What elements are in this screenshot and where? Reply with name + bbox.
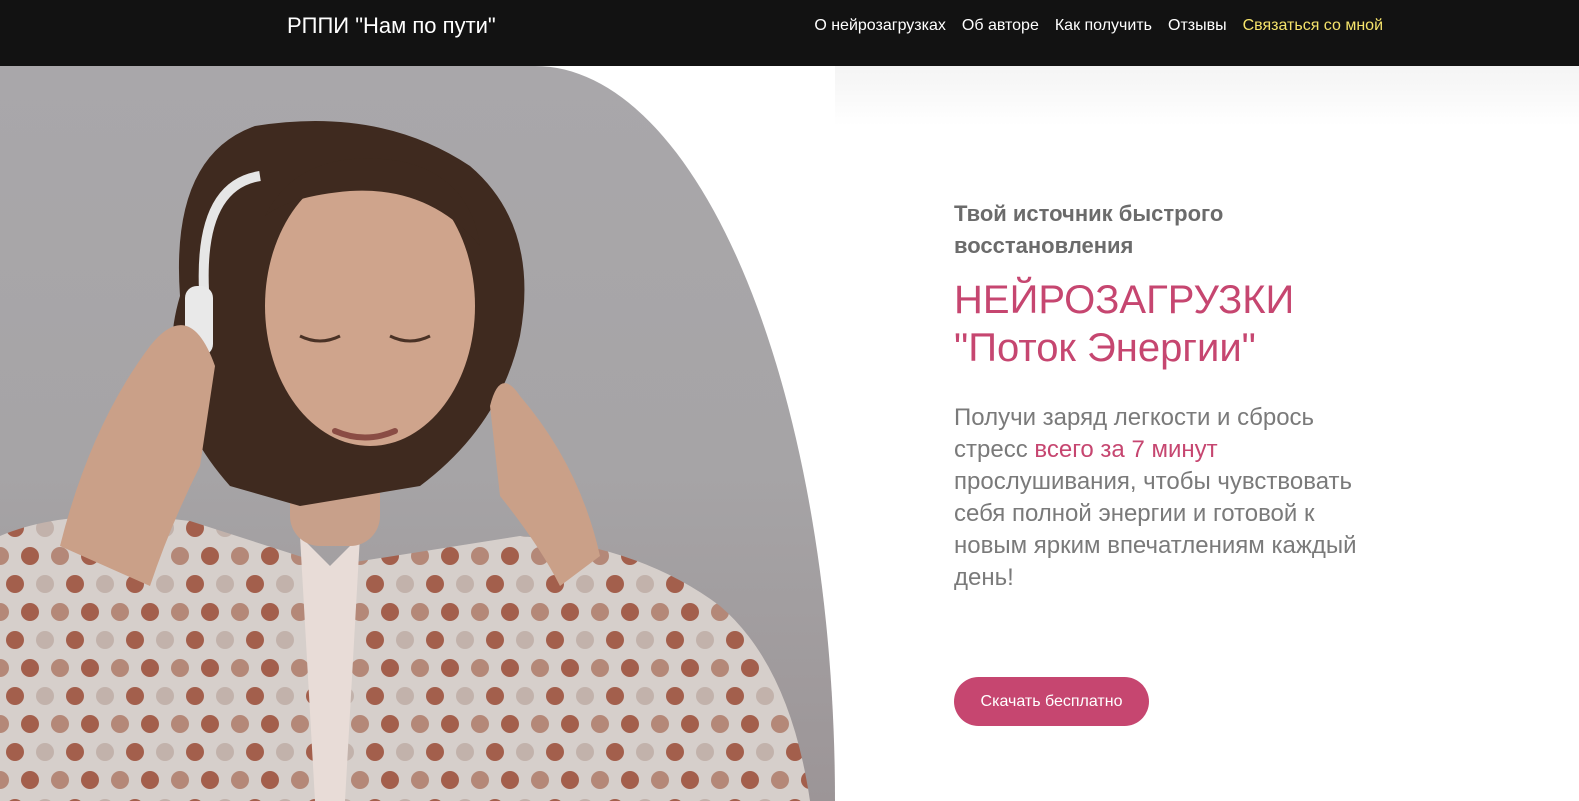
hero-kicker: Твой источник быстрого восстановления [954,201,1224,258]
headline-line-1: НЕЙРОЗАГРУЗКИ [954,278,1295,322]
top-header: РППИ "Нам по пути" О нейрозагрузках Об а… [0,0,1579,66]
download-free-button[interactable]: Скачать бесплатно [954,677,1149,726]
nav-link-contact[interactable]: Связаться со мной [1243,16,1383,36]
main-navigation: О нейрозагрузках Об авторе Как получить … [814,16,1383,36]
top-shade [835,66,1579,126]
hero-headline: НЕЙРОЗАГРУЗКИ "Поток Энергии" [954,276,1394,372]
hero-photo [0,66,835,801]
hero-content: Твой источник быстрого восстановления НЕ… [954,198,1394,594]
nav-link-how-to-get[interactable]: Как получить [1055,16,1152,36]
nav-link-about-author[interactable]: Об авторе [962,16,1039,36]
desc-highlight: всего за 7 минут [1034,436,1218,463]
headline-line-2: "Поток Энергии" [954,326,1256,370]
woman-with-headphones-image [0,121,810,801]
desc-after: прослушивания, чтобы чувствовать себя по… [954,468,1357,591]
brand-logo-link[interactable]: РППИ "Нам по пути" [287,12,496,40]
nav-link-reviews[interactable]: Отзывы [1168,16,1227,36]
nav-link-about-neuro[interactable]: О нейрозагрузках [814,16,946,36]
hero-description: Получи заряд легкости и сбрось стресс вс… [954,402,1384,594]
